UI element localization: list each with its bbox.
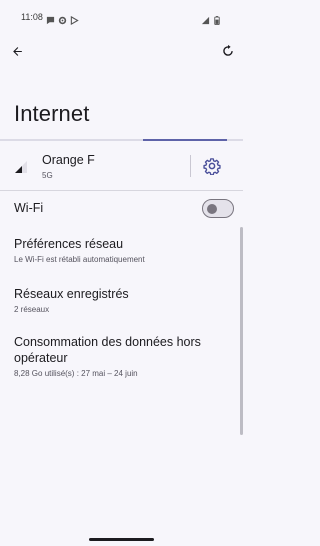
- item-subtitle: 8,28 Go utilisé(s) : 27 mai – 24 juin: [14, 369, 138, 378]
- status-icons-right: [201, 12, 223, 26]
- item-title: Consommation des données hors opérateur: [14, 335, 201, 365]
- list-item-network-preferences[interactable]: Préférences réseau Le Wi-Fi est rétabli …: [14, 236, 229, 264]
- gesture-nav-handle[interactable]: [89, 538, 154, 541]
- arrow-left-icon: [12, 46, 22, 56]
- cellular-signal-icon: [14, 160, 28, 174]
- item-subtitle: 2 réseaux: [14, 305, 50, 314]
- status-bar: 11:08: [0, 0, 243, 34]
- list-item-data-usage[interactable]: Consommation des données hors opérateur …: [14, 334, 229, 378]
- carrier-row[interactable]: Orange F 5G: [0, 142, 243, 190]
- play-store-icon: [70, 12, 79, 26]
- list-item-saved-networks[interactable]: Réseaux enregistrés 2 réseaux: [14, 286, 229, 314]
- back-button[interactable]: [8, 42, 26, 60]
- signal-icon: [201, 12, 210, 25]
- battery-icon: [214, 12, 223, 26]
- screen: 11:08 Internet Orange F 5G Wi-Fi Préfére…: [0, 0, 243, 546]
- wifi-toggle-knob: [207, 203, 217, 214]
- status-icons-left: [46, 12, 79, 26]
- carrier-bottom-divider: [0, 190, 243, 191]
- refresh-button[interactable]: [219, 42, 237, 60]
- wifi-toggle[interactable]: [202, 199, 234, 218]
- status-time: 11:08: [21, 12, 43, 22]
- item-subtitle: Le Wi-Fi est rétabli automatiquement: [14, 255, 145, 264]
- carrier-network: 5G: [42, 171, 53, 180]
- gear-icon: [203, 158, 221, 176]
- wifi-label: Wi-Fi: [14, 201, 44, 215]
- chat-bubble-icon: [46, 12, 55, 25]
- refresh-icon: [223, 44, 233, 56]
- scrollbar[interactable]: [240, 227, 243, 435]
- carrier-name: Orange F: [42, 153, 95, 167]
- page-title: Internet: [14, 101, 90, 126]
- progress-fill: [143, 139, 227, 141]
- carrier-divider: [190, 155, 191, 177]
- carrier-settings-button[interactable]: [203, 157, 221, 176]
- item-title: Réseaux enregistrés: [14, 287, 129, 301]
- item-title: Préférences réseau: [14, 237, 124, 251]
- gear-icon: [58, 12, 67, 25]
